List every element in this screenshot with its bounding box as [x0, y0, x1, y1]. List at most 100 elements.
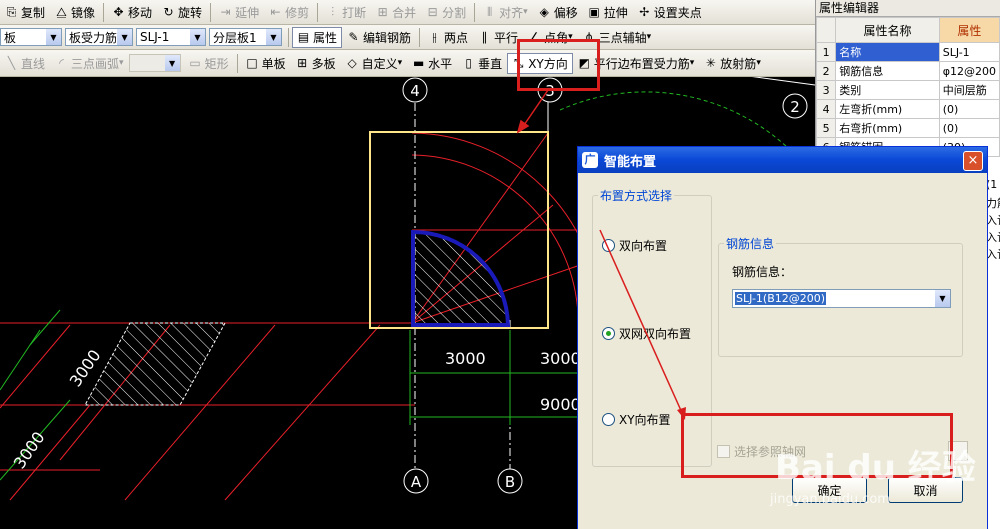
merge-button[interactable]: ⊞ 合并: [371, 2, 421, 23]
stretch-button[interactable]: ▣ 拉伸: [583, 2, 633, 23]
element-select-3[interactable]: 分层板1 ▼: [209, 28, 282, 46]
line-button[interactable]: ╲ 直线: [0, 53, 50, 74]
property-table: 属性名称 属性 1 名称 SLJ-1 2 钢筋信息 φ12@200 3 类别 中间层筋 4 左弯折(…: [816, 17, 1000, 157]
toolbar-draw: ╲ 直线 ◜ 三点画弧 ▾ ▼ ▭ 矩形 □ 单板 ⊞ 多板 ◇ 自定义 ▾ ▬ 水平 ▯ 垂直 ⤡ XY方向 ◩ 平行…: [0, 50, 815, 77]
parallel-edge-button[interactable]: ◩ 平行边布置受力筋 ▾: [573, 53, 700, 74]
three-point-axis-icon: ⋔: [584, 30, 595, 44]
move-button[interactable]: ✥ 移动: [107, 2, 157, 23]
rect-button[interactable]: ▭ 矩形: [184, 53, 234, 74]
radio-button[interactable]: [602, 239, 615, 252]
rebar-info-group-label: 钢筋信息: [726, 237, 775, 251]
vertical-label: 垂直: [478, 56, 503, 71]
point-angle-button[interactable]: ∠ 点角 ▾: [523, 27, 578, 48]
edit-rebar-button[interactable]: ✎ 编辑钢筋: [342, 27, 416, 48]
merge-icon: ⊞: [377, 5, 388, 19]
property-values-partial: (1力筋入计入计入计: [986, 178, 1000, 263]
close-button[interactable]: ×: [963, 151, 983, 171]
chevron-down-icon[interactable]: ▾: [523, 7, 528, 17]
layout-radio-0[interactable]: 双向布置: [602, 237, 667, 254]
property-value[interactable]: (0): [938, 118, 1000, 138]
toolbar-separator: [236, 53, 238, 73]
edit-rebar-icon: ✎: [348, 30, 359, 44]
extend-button[interactable]: ⇥ 延伸: [214, 2, 264, 23]
mirror-button[interactable]: ⧋ 镜像: [50, 2, 100, 23]
property-number: 1: [816, 42, 837, 62]
copy-button[interactable]: ⎘ 复制: [0, 2, 50, 23]
break-button[interactable]: ⫶ 打断: [321, 2, 371, 23]
chevron-down-icon[interactable]: ▼: [46, 29, 61, 45]
property-name: 钢筋信息: [835, 61, 940, 81]
checkbox-box[interactable]: [717, 445, 730, 458]
property-button[interactable]: ▤ 属性: [292, 26, 343, 48]
layout-radio-1[interactable]: 双网双向布置: [602, 325, 691, 342]
two-point-label: 两点: [444, 30, 469, 45]
custom-button[interactable]: ◇ 自定义 ▾: [341, 53, 408, 74]
chevron-down-icon[interactable]: ▾: [119, 58, 124, 68]
property-row[interactable]: 1 名称 SLJ-1: [816, 42, 1000, 62]
merge-label: 合并: [392, 5, 417, 20]
toolbar-edit: ⎘ 复制 ⧋ 镜像 ✥ 移动 ↻ 旋转 ⇥ 延伸 ⇤ 修剪 ⫶ 打断 ⊞ 合并 ⊟ 分割 ⫴ 对齐 ▾ ◈ 偏移 ▣ 拉伸 ✢ 设…: [0, 0, 815, 25]
property-row[interactable]: 3 类别 中间层筋: [816, 80, 1000, 100]
property-value[interactable]: SLJ-1: [938, 42, 1000, 62]
grip-button[interactable]: ✢ 设置夹点: [633, 2, 707, 23]
element-select-value: SLJ-1: [140, 30, 170, 44]
toolbar-separator: [317, 2, 319, 22]
property-row[interactable]: 5 右弯折(mm) (0): [816, 118, 1000, 138]
toolbar-separator: [210, 2, 212, 22]
two-point-button[interactable]: ⫲ 两点: [423, 27, 473, 48]
property-row[interactable]: 2 钢筋信息 φ12@200: [816, 61, 1000, 81]
chevron-down-icon[interactable]: ▾: [568, 32, 573, 42]
axis-label-a: A: [411, 473, 422, 491]
rotate-button[interactable]: ↻ 旋转: [157, 2, 207, 23]
radial-button[interactable]: ✳ 放射筋 ▾: [699, 53, 766, 74]
multi-slab-button[interactable]: ⊞ 多板: [291, 53, 341, 74]
stretch-label: 拉伸: [603, 5, 628, 20]
align-button[interactable]: ⫴ 对齐 ▾: [478, 2, 533, 23]
layout-radio-2[interactable]: XY向布置: [602, 411, 671, 428]
break-icon: ⫶: [331, 4, 335, 19]
property-editor-title: 属性编辑器: [816, 0, 1000, 17]
app-icon: 广: [582, 152, 598, 168]
xy-direction-button[interactable]: ⤡ XY方向: [507, 52, 573, 74]
property-row[interactable]: 4 左弯折(mm) (0): [816, 99, 1000, 119]
cancel-button[interactable]: 取消: [888, 477, 963, 503]
radio-button[interactable]: [602, 413, 615, 426]
chevron-down-icon[interactable]: ▾: [647, 32, 652, 42]
rotate-label: 旋转: [178, 5, 203, 20]
rect-label: 矩形: [204, 56, 229, 71]
chevron-down-icon[interactable]: ▾: [398, 58, 403, 68]
extend-icon: ⇥: [220, 5, 231, 19]
reference-grid-label: 选择参照轴网: [734, 445, 807, 459]
property-value[interactable]: 中间层筋: [938, 80, 1000, 100]
rebar-info-select[interactable]: SLJ-1(B12@200) ▼: [732, 289, 951, 308]
multi-slab-label: 多板: [311, 56, 336, 71]
horizontal-button[interactable]: ▬ 水平: [407, 53, 457, 74]
element-select-1[interactable]: 板受力筋 ▼: [65, 28, 133, 46]
reference-grid-checkbox[interactable]: 选择参照轴网: [717, 443, 806, 460]
offset-button[interactable]: ◈ 偏移: [533, 2, 583, 23]
single-slab-button[interactable]: □ 单板: [241, 53, 291, 74]
three-point-axis-button[interactable]: ⋔ 三点辅轴 ▾: [578, 27, 657, 48]
parallel-button[interactable]: ∥ 平行: [473, 27, 523, 48]
reference-grid-select[interactable]: [948, 441, 968, 461]
rotate-icon: ↻: [163, 5, 174, 19]
property-value[interactable]: (0): [938, 99, 1000, 119]
trim-button[interactable]: ⇤ 修剪: [264, 2, 314, 23]
radio-button[interactable]: [602, 327, 615, 340]
split-button[interactable]: ⊟ 分割: [421, 2, 471, 23]
chevron-down-icon[interactable]: ▼: [190, 29, 205, 45]
chevron-down-icon[interactable]: ▾: [690, 58, 695, 68]
arc-button[interactable]: ◜ 三点画弧 ▾: [50, 53, 129, 74]
chevron-down-icon[interactable]: ▾: [756, 58, 761, 68]
vertical-button[interactable]: ▯ 垂直: [457, 53, 507, 74]
ok-button[interactable]: 确定: [792, 477, 867, 503]
element-select-0[interactable]: 板 ▼: [0, 28, 62, 46]
property-value[interactable]: φ12@200: [938, 61, 1000, 81]
element-select-2[interactable]: SLJ-1 ▼: [136, 28, 206, 46]
element-select-value: 板: [4, 30, 17, 45]
dialog-titlebar[interactable]: 广 智能布置: [578, 147, 987, 173]
chevron-down-icon[interactable]: ▼: [266, 29, 281, 45]
radial-label: 放射筋: [720, 56, 757, 71]
chevron-down-icon[interactable]: ▼: [935, 290, 950, 307]
chevron-down-icon[interactable]: ▼: [117, 29, 132, 45]
